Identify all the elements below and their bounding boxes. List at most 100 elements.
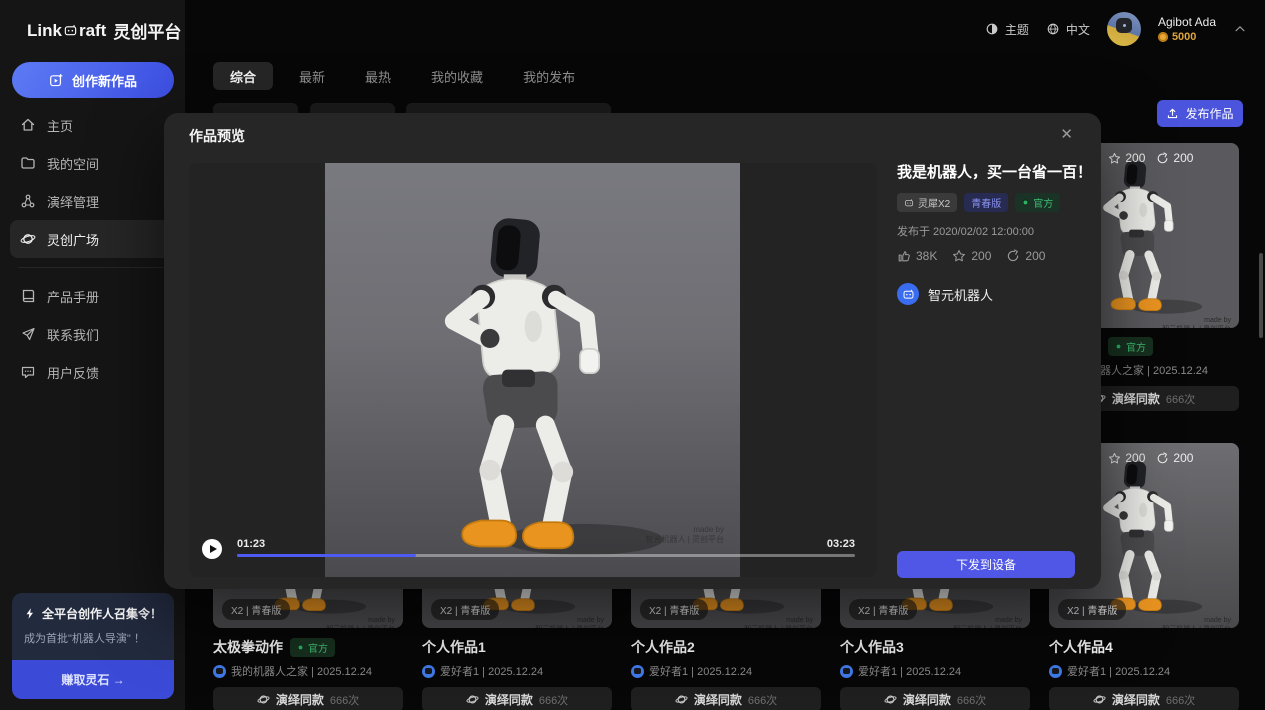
remix-planet-icon — [1093, 693, 1106, 706]
author-avatar — [422, 665, 435, 678]
card-author-line: 爱好者1 | 2025.12.24 — [840, 663, 1030, 679]
bot-head-icon — [902, 288, 915, 301]
stars-stat[interactable]: 200 — [952, 249, 991, 263]
card-title: 太极拳动作 — [213, 637, 283, 657]
send-to-device-button[interactable]: 下发到设备 — [897, 551, 1075, 578]
thumbnail-watermark: made by智元机器人 | 灵创平台 — [535, 616, 604, 628]
close-icon[interactable]: ✕ — [1056, 123, 1077, 145]
folder-icon — [20, 155, 36, 171]
card-author-line: 爱好者1 | 2025.12.24 — [422, 663, 612, 679]
tab-newest[interactable]: 最新 — [285, 62, 339, 90]
remix-button[interactable]: 演绎同款666次 — [213, 687, 403, 710]
model-badge: X2 | 青春版 — [849, 599, 917, 620]
sidebar-item-home[interactable]: 主页 — [10, 106, 175, 144]
author-avatar — [840, 665, 853, 678]
remix-planet-icon — [675, 693, 688, 706]
sidebar-item-lingchuang-plaza[interactable]: 灵创广场 — [10, 220, 175, 258]
star-icon — [952, 249, 966, 263]
thumbnail-watermark: made by智元机器人 | 灵创平台 — [744, 616, 813, 628]
remix-planet-icon — [466, 693, 479, 706]
coin-icon — [1158, 32, 1168, 42]
tab-favorites[interactable]: 我的收藏 — [417, 62, 497, 90]
language-switcher[interactable]: 中文 — [1046, 21, 1090, 38]
upload-icon — [1166, 107, 1179, 120]
official-dot-icon — [1115, 343, 1122, 350]
publish-work-button[interactable]: 发布作品 — [1157, 100, 1243, 127]
publish-work-label: 发布作品 — [1185, 105, 1233, 122]
feed-tabs: 综合 最新 最热 我的收藏 我的发布 — [213, 62, 589, 90]
card-title: 个人作品2 — [631, 637, 695, 657]
work-author[interactable]: 智元机器人 — [897, 283, 1075, 305]
theme-toggle[interactable]: 主题 — [985, 21, 1029, 38]
remix-button[interactable]: 演绎同款666次 — [1049, 687, 1239, 710]
work-info-panel: 我是机器人，买一台省一百！ 灵犀X2 青春版 官方 发布于 2020/02/02… — [897, 161, 1075, 305]
app-logo: Linkraft 灵创平台 — [27, 18, 181, 43]
card-title: 个人作品1 — [422, 637, 486, 657]
user-name: Agibot Ada — [1158, 15, 1216, 29]
model-badge: X2 | 青春版 — [222, 599, 290, 620]
earn-gems-button[interactable]: 赚取灵石 → — [12, 660, 174, 699]
work-preview-modal: 作品预览 ✕ made by智元机器人 | 灵创平台 01:23 03:23 我… — [164, 113, 1101, 589]
remix-button[interactable]: 演绎同款666次 — [422, 687, 612, 710]
total-time: 03:23 — [827, 538, 855, 550]
official-tag: 官方 — [1015, 193, 1060, 212]
thumbnail-watermark: made by智元机器人 | 灵创平台 — [326, 616, 395, 628]
paper-plane-icon — [20, 326, 36, 342]
thumbnail-watermark: made by智元机器人 | 灵创平台 — [1162, 316, 1231, 328]
author-avatar — [631, 665, 644, 678]
share-icon — [1006, 249, 1020, 263]
play-button[interactable] — [202, 539, 222, 559]
thumbnail-watermark: made by智元机器人 | 灵创平台 — [1162, 616, 1231, 628]
remix-planet-icon — [257, 693, 270, 706]
create-new-work-button[interactable]: 创作新作品 — [12, 62, 174, 98]
video-player[interactable]: made by智元机器人 | 灵创平台 01:23 03:23 — [189, 163, 877, 577]
book-icon — [20, 288, 36, 304]
star-icon — [1108, 152, 1121, 165]
tab-my-posts[interactable]: 我的发布 — [509, 62, 589, 90]
shares-stat[interactable]: 200 — [1006, 249, 1045, 263]
publish-date: 发布于 2020/02/02 12:00:00 — [897, 223, 1075, 239]
work-title: 我是机器人，买一台省一百！ — [897, 161, 1075, 182]
author-name: 智元机器人 — [928, 285, 993, 304]
promo-subtitle: 成为首批"机器人导演" ！ — [24, 630, 162, 646]
chevron-up-icon[interactable] — [1233, 22, 1247, 36]
feedback-bubble-icon — [20, 364, 36, 380]
lightning-icon — [24, 607, 36, 620]
model-badge: X2 | 青春版 — [640, 599, 708, 620]
sidebar-item-user-feedback[interactable]: 用户反馈 — [10, 353, 175, 391]
work-stats: 38K 200 200 — [897, 249, 1075, 263]
share-icon — [1156, 152, 1169, 165]
bot-head-icon — [904, 198, 914, 208]
model-badge: X2 | 青春版 — [431, 599, 499, 620]
nodes-icon — [20, 193, 36, 209]
theme-icon — [985, 22, 999, 36]
model-tag: 灵犀X2 — [897, 193, 957, 212]
work-tags: 灵犀X2 青春版 官方 — [897, 193, 1075, 212]
progress-bar[interactable] — [237, 554, 855, 557]
share-icon — [1156, 452, 1169, 465]
app-root: 综合 最新 最热 我的收藏 我的发布 发布作品 38K 200 200 made… — [0, 0, 1265, 710]
sidebar-item-product-manual[interactable]: 产品手册 — [10, 277, 175, 315]
thumbnail-watermark: made by智元机器人 | 灵创平台 — [953, 616, 1022, 628]
edition-tag: 青春版 — [964, 193, 1008, 212]
sidebar-item-contact-us[interactable]: 联系我们 — [10, 315, 175, 353]
creator-recruit-promo: 全平台创作人召集令！ 成为首批"机器人导演" ！ 赚取灵石 → — [12, 593, 174, 699]
tab-overall[interactable]: 综合 — [213, 62, 273, 90]
scrollbar-thumb[interactable] — [1259, 253, 1263, 338]
sidebar-divider — [18, 267, 167, 268]
logo-bot-icon — [63, 23, 78, 38]
author-avatar — [897, 283, 919, 305]
promo-body: 全平台创作人召集令！ 成为首批"机器人导演" ！ — [12, 593, 174, 660]
user-avatar[interactable] — [1107, 12, 1141, 46]
video-frame: made by智元机器人 | 灵创平台 — [325, 163, 740, 577]
video-watermark: made by智元机器人 | 灵创平台 — [645, 525, 724, 545]
user-info: Agibot Ada 5000 — [1158, 15, 1216, 43]
remix-button[interactable]: 演绎同款666次 — [631, 687, 821, 710]
star-icon — [1108, 452, 1121, 465]
tab-hottest[interactable]: 最热 — [351, 62, 405, 90]
modal-title: 作品预览 — [189, 126, 245, 146]
remix-button[interactable]: 演绎同款666次 — [840, 687, 1030, 710]
sidebar-item-performance-management[interactable]: 演绎管理 — [10, 182, 175, 220]
likes-stat[interactable]: 38K — [897, 249, 937, 263]
sidebar-item-my-space[interactable]: 我的空间 — [10, 144, 175, 182]
